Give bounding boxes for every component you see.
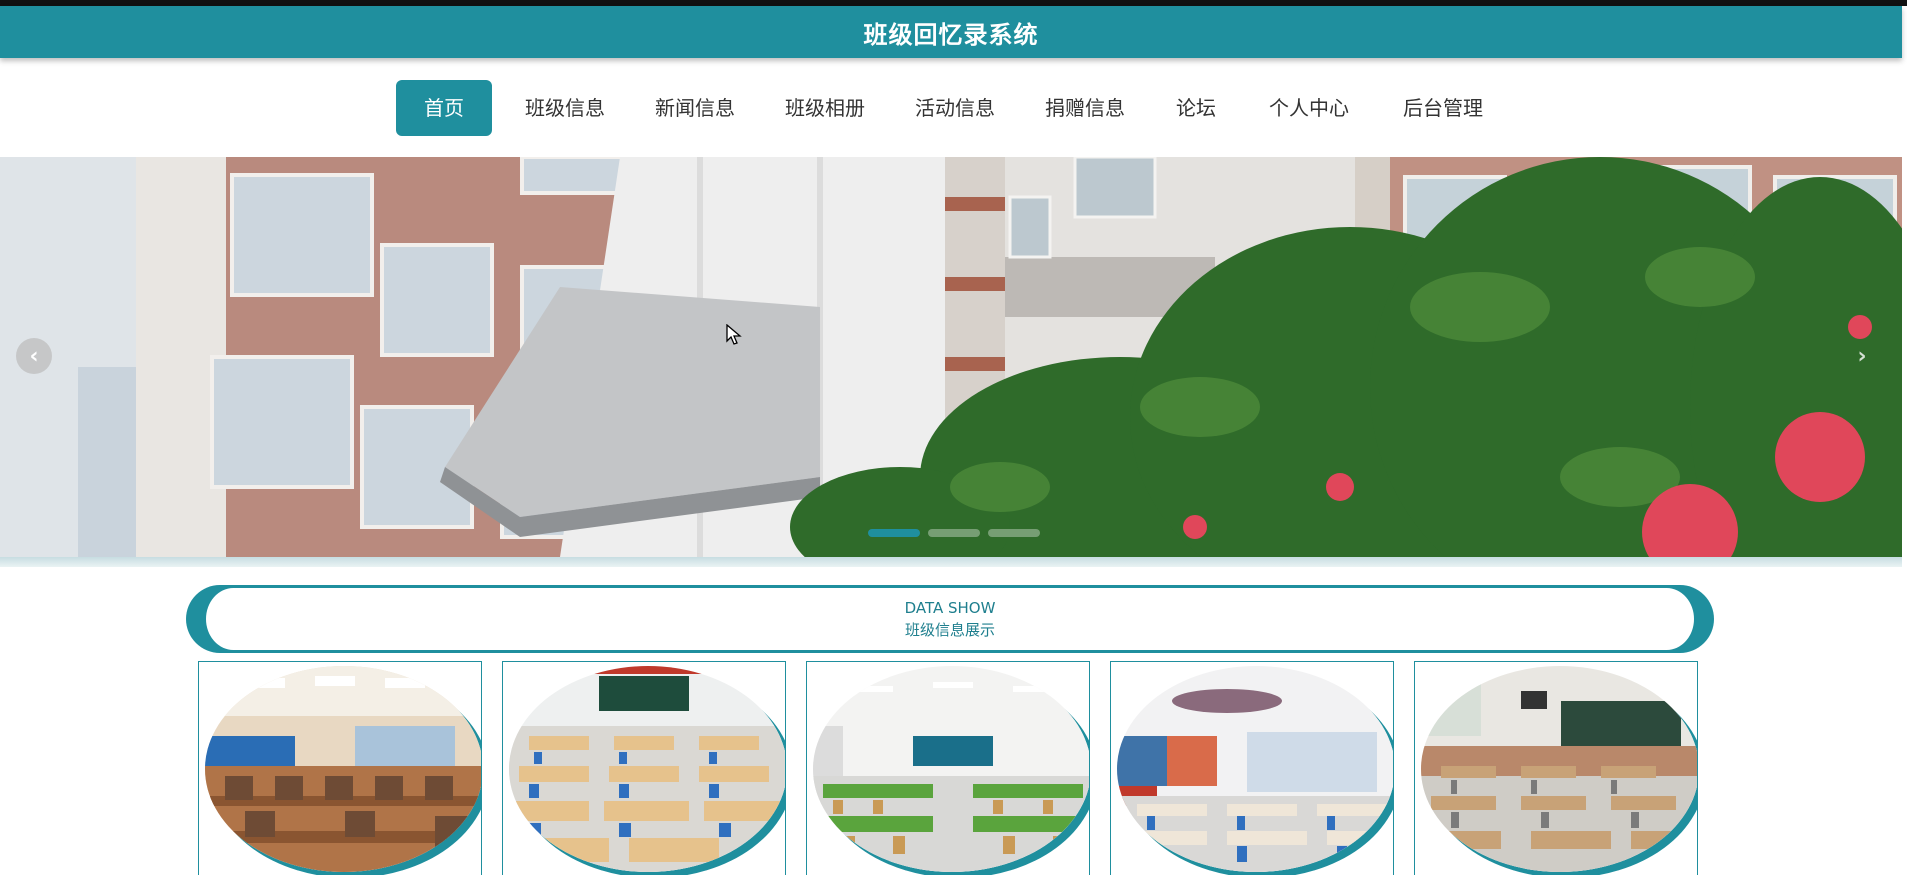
nav-item-class-info[interactable]: 班级信息 (512, 80, 618, 136)
class-card-image (509, 666, 785, 872)
nav-item-news[interactable]: 新闻信息 (642, 80, 748, 136)
section-title-cn: 班级信息展示 (904, 620, 995, 639)
carousel-dot[interactable] (928, 529, 980, 537)
chevron-right-icon: › (1857, 343, 1867, 369)
carousel-slide-image (0, 157, 1902, 557)
chevron-left-icon: ‹ (29, 343, 39, 369)
nav-item-forum[interactable]: 论坛 (1162, 80, 1230, 136)
banner-divider (0, 557, 1902, 567)
main-nav: 首页 班级信息 新闻信息 班级相册 活动信息 捐赠信息 论坛 个人中心 后台管理 (0, 80, 1902, 136)
carousel-dot[interactable] (988, 529, 1040, 537)
section-title-en: DATA SHOW (904, 598, 996, 617)
site-header: 班级回忆录系统 (0, 6, 1902, 58)
class-card-image (1117, 666, 1393, 872)
class-card-image (1421, 666, 1697, 872)
mouse-cursor-icon (726, 323, 742, 350)
class-card[interactable] (502, 661, 786, 875)
class-card-image (813, 666, 1089, 872)
carousel-dot[interactable] (868, 529, 920, 537)
class-card[interactable] (806, 661, 1090, 875)
class-card[interactable] (1414, 661, 1698, 875)
nav-item-home[interactable]: 首页 (396, 80, 492, 136)
carousel-indicators (868, 529, 1040, 537)
carousel-prev-button[interactable]: ‹ (16, 338, 52, 374)
site-title: 班级回忆录系统 (863, 20, 1039, 49)
carousel-banner[interactable] (0, 157, 1902, 557)
class-card-image (205, 666, 481, 872)
class-card[interactable] (1110, 661, 1394, 875)
class-card[interactable] (198, 661, 482, 875)
class-info-cards (198, 661, 1702, 875)
nav-item-admin[interactable]: 后台管理 (1390, 80, 1496, 136)
nav-item-personal-center[interactable]: 个人中心 (1256, 80, 1362, 136)
nav-item-album[interactable]: 班级相册 (772, 80, 878, 136)
section-title: DATA SHOW 班级信息展示 (186, 585, 1714, 653)
nav-item-activities[interactable]: 活动信息 (902, 80, 1008, 136)
nav-item-donations[interactable]: 捐赠信息 (1032, 80, 1138, 136)
carousel-next-button[interactable]: › (1844, 338, 1880, 374)
